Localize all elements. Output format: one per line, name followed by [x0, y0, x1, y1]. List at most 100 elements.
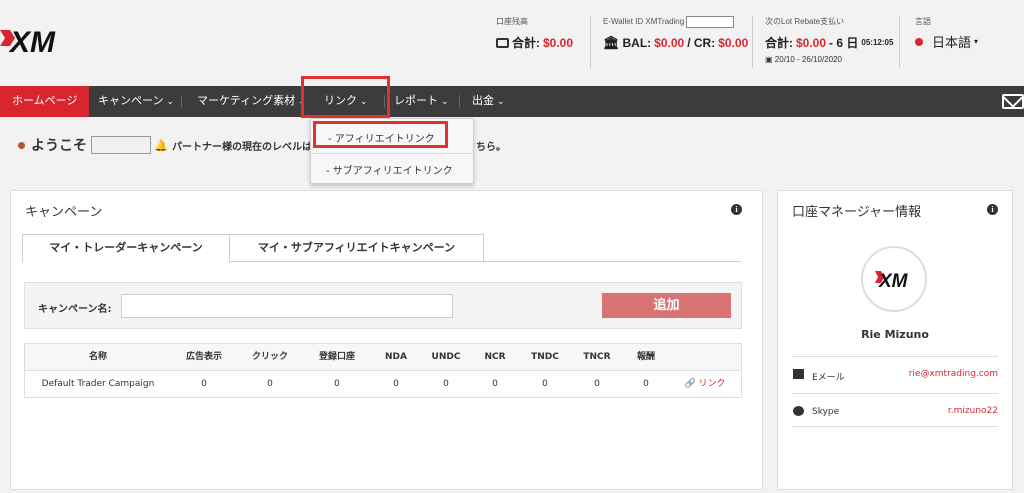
column-header: 名称 [88, 352, 107, 362]
rebate-days: - 6 日 [829, 36, 859, 50]
nav-withdraw[interactable]: 出金 ⌄ [472, 86, 505, 117]
nav-campaign-label: キャンペーン [98, 95, 164, 107]
campaign-table: 名称 広告表示 クリック 登録口座 NDA UNDC NCR TNDC TNCR… [24, 343, 742, 398]
caret-down-icon: ▾ [974, 37, 979, 46]
level-link[interactable]: ちら。 [476, 138, 506, 153]
email-label: Eメール [812, 373, 845, 383]
column-header: TNDC [531, 352, 559, 362]
manager-name: Rie Mizuno [861, 328, 929, 341]
cr-label: / CR: [687, 36, 716, 50]
cell-value: 0 [201, 379, 207, 389]
tab-subaffiliate-campaign[interactable]: マイ・サブアフィリエイトキャンペーン [229, 234, 484, 261]
language-block: 言語 日本語 ▾ [915, 16, 978, 51]
cell-value: 0 [492, 379, 498, 389]
envelope-icon [793, 369, 804, 379]
nav-separator [459, 95, 460, 108]
nav-marketing[interactable]: マーケティング素材 ⌄ [197, 86, 306, 117]
language-select[interactable]: 日本語 ▾ [915, 32, 978, 51]
rebate-prefix: 合計: [765, 36, 793, 50]
campaign-name-label: キャンペーン名: [38, 304, 112, 315]
skype-icon [793, 406, 804, 416]
info-icon[interactable]: i [731, 204, 742, 215]
balance-block: 口座残高 合計: $0.00 [496, 16, 573, 51]
status-dot [18, 141, 25, 149]
cr-value: $0.00 [718, 36, 749, 50]
chain-link-icon: 🔗 [684, 379, 696, 389]
language-label: 言語 [915, 17, 931, 26]
column-header: TNCR [583, 352, 611, 362]
nav-separator [181, 95, 182, 108]
username-box [91, 136, 151, 154]
chevron-down-icon: ⌄ [441, 96, 449, 106]
skype-label: Skype [812, 407, 840, 417]
nav-marketing-label: マーケティング素材 [197, 95, 296, 107]
header-divider [899, 16, 900, 68]
bank-icon: 🏛 [603, 35, 620, 50]
column-header: 広告表示 [185, 352, 222, 362]
header-divider [590, 16, 591, 68]
cell-value: 0 [443, 379, 449, 389]
main-nav: ホームページ キャンペーン ⌄ マーケティング素材 ⌄ リンク ⌄ レポート ⌄ 出金 ⌄ [0, 86, 1024, 117]
nav-campaign[interactable]: キャンペーン ⌄ [98, 86, 174, 117]
svg-text:XM: XM [878, 271, 909, 292]
cell-value: 0 [594, 379, 600, 389]
cell-campaign-name: Default Trader Campaign [41, 379, 155, 389]
column-header: NCR [484, 352, 506, 362]
nav-home[interactable]: ホームページ [0, 86, 90, 117]
add-button[interactable]: 追加 [602, 293, 731, 318]
xm-logo[interactable]: XM [0, 22, 80, 62]
column-header: クリック [251, 352, 288, 362]
balance-label: 口座残高 [496, 17, 528, 26]
rebate-value: $0.00 [796, 35, 827, 50]
cell-value: 0 [643, 379, 649, 389]
welcome-bar: ようこそ 🔔 [18, 135, 168, 155]
ewallet-id-box [686, 16, 735, 28]
email-value[interactable]: rie@xmtrading.com [909, 369, 998, 379]
mail-icon[interactable] [1002, 94, 1024, 109]
svg-text:XM: XM [8, 26, 56, 59]
rebate-label: 次のLot Rebate支払い [765, 17, 845, 26]
nav-withdraw-label: 出金 [472, 95, 494, 107]
ewallet-label: E-Wallet ID XMTrading [603, 17, 685, 27]
dropdown-subaffiliate-link[interactable]: - サブアフィリエイトリンク [326, 162, 453, 177]
highlight-affiliate-link [313, 121, 448, 148]
nav-report[interactable]: レポート ⌄ [394, 86, 449, 117]
campaign-link[interactable]: 🔗 リンク [675, 371, 735, 398]
ewallet-block: E-Wallet ID XMTrading 🏛 BAL: $0.00 / CR:… [603, 16, 748, 51]
japan-flag-icon [915, 37, 923, 46]
manager-skype-row: Skype r.mizuno22 [792, 393, 998, 427]
language-value: 日本語 [932, 35, 972, 50]
rebate-range: 20/10 - 26/10/2020 [774, 55, 842, 64]
column-header: UNDC [431, 352, 461, 362]
manager-panel-title: 口座マネージャー情報 [792, 205, 922, 220]
column-header: NDA [385, 352, 407, 362]
header-divider [752, 16, 753, 68]
cell-value: 0 [334, 379, 340, 389]
info-icon[interactable]: i [987, 204, 998, 215]
highlight-link-nav [301, 76, 390, 118]
tab-trader-campaign[interactable]: マイ・トレーダーキャンペーン [22, 234, 230, 262]
balance-prefix: 合計: [512, 36, 540, 50]
calendar-icon: ▣ [765, 55, 773, 64]
cell-value: 0 [267, 379, 273, 389]
skype-value[interactable]: r.mizuno22 [948, 406, 998, 416]
campaign-search-form: キャンペーン名: 追加 [24, 282, 742, 329]
campaign-panel-title: キャンペーン [25, 205, 103, 220]
column-header: 報酬 [636, 352, 655, 362]
nav-report-label: レポート [394, 95, 438, 107]
dropdown-divider [311, 153, 473, 154]
xm-logo: XM [875, 271, 909, 292]
table-row: Default Trader Campaign 0 0 0 0 0 0 0 0 … [25, 371, 741, 398]
campaign-name-input[interactable] [121, 294, 453, 318]
balance-value: $0.00 [543, 35, 574, 50]
bell-icon[interactable]: 🔔 [154, 139, 168, 152]
level-text: パートナー様の現在のレベルは [172, 142, 312, 153]
chevron-down-icon: ⌄ [166, 96, 174, 106]
table-header-row: 名称 広告表示 クリック 登録口座 NDA UNDC NCR TNDC TNCR… [25, 344, 741, 371]
manager-email-row: Eメール rie@xmtrading.com [792, 356, 998, 390]
cell-value: 0 [542, 379, 548, 389]
welcome-greeting: ようこそ [31, 138, 87, 154]
wallet-icon [496, 37, 509, 48]
bal-value: $0.00 [654, 36, 685, 50]
manager-avatar: XM [861, 246, 927, 312]
